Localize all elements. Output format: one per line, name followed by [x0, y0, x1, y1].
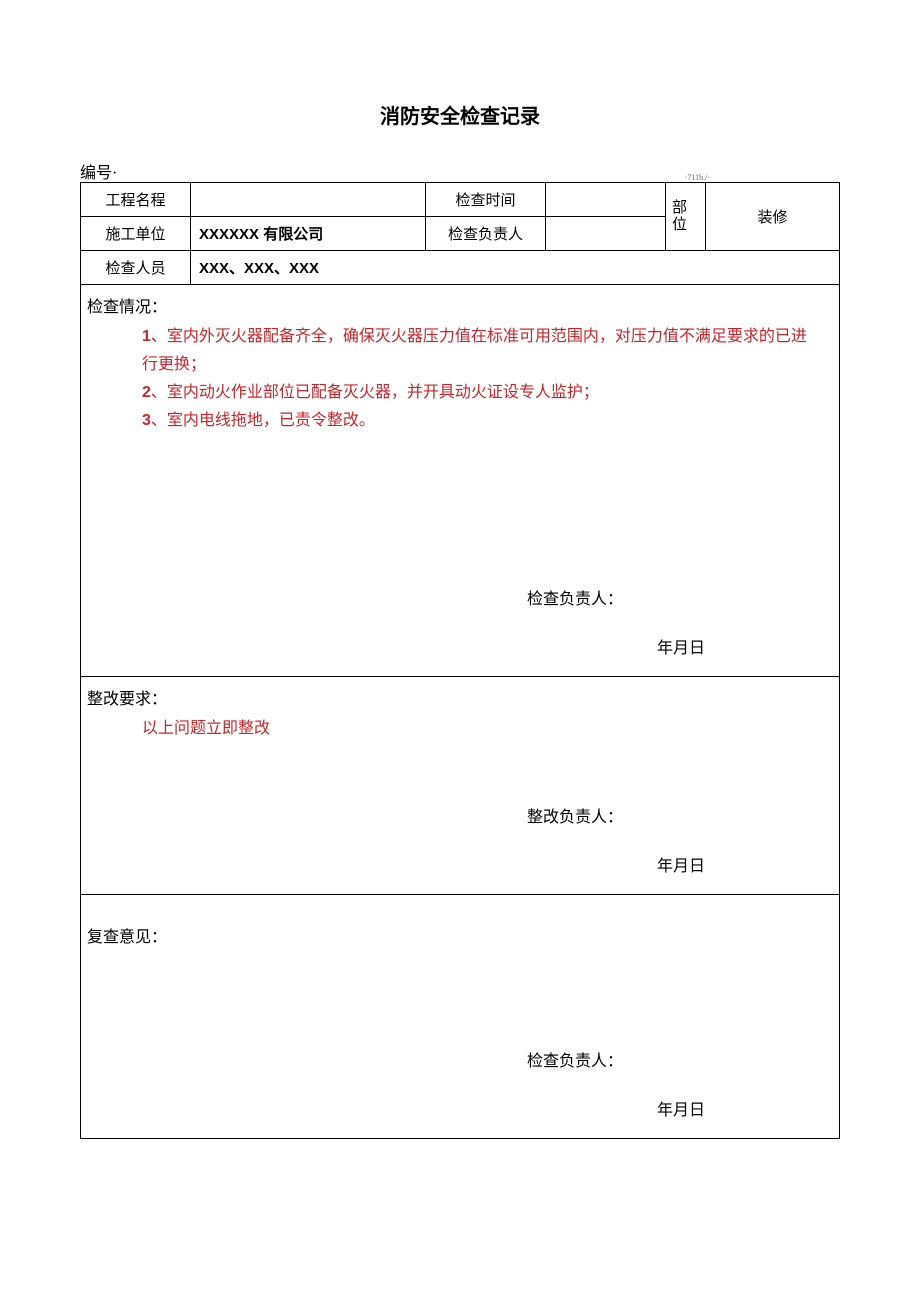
section-1-content: 1、室内外灭火器配备齐全，确保灭火器压力值在标准可用范围内，对压力值不满足要求的…: [87, 323, 833, 435]
project-name-label: 工程名程: [81, 183, 191, 217]
dept-label: 部位: [666, 183, 706, 251]
section-2-content: 以上问题立即整改: [87, 715, 833, 743]
header-row-1: 工程名程 检查时间 部位 装修: [81, 183, 840, 217]
construction-unit-value: XXXXXX 有限公司: [191, 217, 426, 251]
item1-text: 、室内外灭火器配备齐全，确保灭火器压力值在标准可用范围内，对压力值不满足要求的已…: [142, 328, 807, 373]
section-2-sign-label: 整改负责人：: [527, 803, 833, 827]
document-title: 消防安全检查记录: [80, 100, 840, 129]
check-time-value: [546, 183, 666, 217]
section-1-item-1: 1、室内外灭火器配备齐全，确保灭火器压力值在标准可用范围内，对压力值不满足要求的…: [142, 323, 813, 379]
section-2-cell: 整改要求： 以上问题立即整改 整改负责人： 年月日: [81, 677, 840, 895]
section-1-sign: 检查负责人： 年月日: [87, 585, 833, 658]
section-2-sign: 整改负责人： 年月日: [87, 803, 833, 876]
section-2-header: 整改要求：: [87, 685, 833, 709]
check-staff-label: 检查人员: [81, 251, 191, 285]
item3-num: 3: [142, 412, 151, 429]
item2-text: 、室内动火作业部位已配备灭火器，并开具动火证设专人监护；: [151, 384, 599, 401]
check-staff-value: XXX、XXX、XXX: [191, 251, 840, 285]
section-2-row: 整改要求： 以上问题立即整改 整改负责人： 年月日: [81, 677, 840, 895]
project-name-value: [191, 183, 426, 217]
section-1-date: 年月日: [527, 634, 833, 658]
item2-num: 2: [142, 384, 151, 401]
section-3-sign: 检查负责人： 年月日: [87, 1047, 833, 1120]
section-3-cell: 复查意见： 检查负责人： 年月日: [81, 895, 840, 1139]
section-1-item-2: 2、室内动火作业部位已配备灭火器，并开具动火证设专人监护；: [142, 379, 813, 407]
dept-value: 装修: [706, 183, 840, 251]
section-1-cell: 检查情况： 1、室内外灭火器配备齐全，确保灭火器压力值在标准可用范围内，对压力值…: [81, 285, 840, 677]
bianhao-label: 编号: [80, 165, 112, 182]
form-table: 工程名程 检查时间 部位 装修 施工单位 XXXXXX 有限公司 检查负责人 检…: [80, 182, 840, 1139]
construction-unit-label: 施工单位: [81, 217, 191, 251]
check-time-label: 检查时间: [426, 183, 546, 217]
section-1-item-3: 3、室内电线拖地，已责令整改。: [142, 407, 813, 435]
section-1-header: 检查情况：: [87, 293, 833, 317]
bianhao-dot: ·: [112, 165, 117, 182]
section-3-sign-label: 检查负责人：: [527, 1047, 833, 1071]
header-row-3: 检查人员 XXX、XXX、XXX: [81, 251, 840, 285]
check-leader-label: 检查负责人: [426, 217, 546, 251]
check-leader-value: [546, 217, 666, 251]
item1-num: 1: [142, 328, 151, 345]
section-1-sign-label: 检查负责人：: [527, 585, 833, 609]
section-3-row: 复查意见： 检查负责人： 年月日: [81, 895, 840, 1139]
section-3-date: 年月日: [527, 1096, 833, 1120]
section-1-row: 检查情况： 1、室内外灭火器配备齐全，确保灭火器压力值在标准可用范围内，对压力值…: [81, 285, 840, 677]
section-2-date: 年月日: [527, 852, 833, 876]
item3-text: 、室内电线拖地，已责令整改。: [151, 412, 375, 429]
section-3-header: 复查意见：: [87, 923, 833, 947]
small-mark: ·711b./·: [80, 173, 840, 182]
